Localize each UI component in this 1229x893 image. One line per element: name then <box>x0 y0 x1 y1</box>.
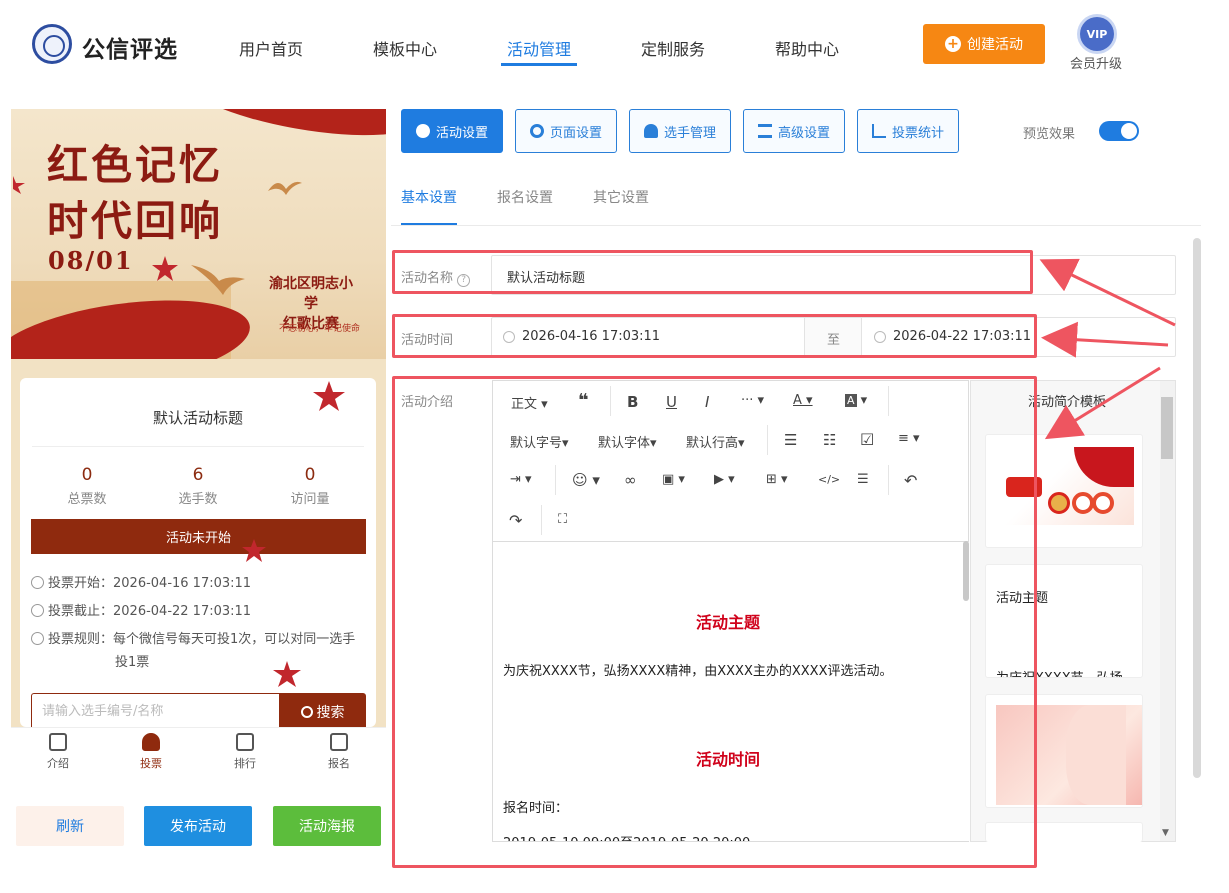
star-icon <box>152 256 178 281</box>
activity-poster-button[interactable]: 活动海报 <box>273 806 381 846</box>
tab-advanced-settings[interactable]: 高级设置 <box>743 109 845 153</box>
nav-custom-service[interactable]: 定制服务 <box>641 36 705 60</box>
clock-icon <box>31 576 44 589</box>
vote-start-text: 投票开始：2026-04-16 17:03:11 <box>48 576 252 591</box>
page-scrollbar[interactable] <box>1193 238 1201 778</box>
vote-end-line: 投票截止：2026-04-22 17:03:11 <box>31 600 251 623</box>
stat-contestants-label: 选手数 <box>178 492 218 507</box>
bar-chart-icon <box>871 124 886 138</box>
tab-page-settings[interactable]: 页面设置 <box>515 109 617 153</box>
stat-total-votes-label: 总票数 <box>67 492 107 507</box>
tab-contestant-management-label: 选手管理 <box>663 125 716 141</box>
highlight-frame <box>392 250 1033 294</box>
emblem-shape <box>1048 492 1070 514</box>
nav-activity-management[interactable]: 活动管理 <box>507 36 571 60</box>
highlight-frame <box>392 376 1037 868</box>
plus-icon: + <box>945 36 961 52</box>
subtab-signup[interactable]: 报名设置 <box>497 187 553 207</box>
tab-advanced-settings-label: 高级设置 <box>777 125 830 141</box>
contact-icon <box>330 733 348 751</box>
divider <box>32 446 364 447</box>
bottom-nav-vote[interactable]: 投票 <box>121 733 181 771</box>
logo-text[interactable]: 公信评选 <box>82 30 178 64</box>
stat-visits-label: 访问量 <box>290 492 330 507</box>
poster-banner: 红色记忆 时代回响 08/01 渝北区明志小学 红歌比赛 不忘初心，牢记使命 <box>11 109 386 359</box>
preview-effect-toggle[interactable] <box>1099 121 1139 141</box>
vote-rule-text: 投票规则：每个微信号每天可投1次，可以对同一选手 <box>48 632 356 647</box>
star-circle-icon <box>415 124 430 138</box>
bird-icon <box>191 265 245 295</box>
wave-shape <box>1066 705 1126 805</box>
tab-vote-statistics-label: 投票统计 <box>891 125 944 141</box>
list-gear-icon <box>757 124 772 138</box>
star-icon <box>313 381 345 411</box>
tab-activity-settings-label: 活动设置 <box>435 125 488 141</box>
search-button[interactable]: 搜索 <box>279 693 366 731</box>
subtab-other[interactable]: 其它设置 <box>593 187 649 207</box>
highlight-frame <box>392 314 1037 358</box>
bottom-nav-vote-label: 投票 <box>140 757 162 770</box>
flag-shape <box>1074 447 1134 487</box>
info-icon <box>31 632 44 645</box>
template-scrollbar-thumb[interactable] <box>1161 397 1173 459</box>
bottom-nav-signup[interactable]: 报名 <box>309 733 369 771</box>
gear-icon <box>529 124 544 138</box>
document-icon <box>49 733 67 751</box>
poster-title-line2: 时代回响 <box>47 197 223 245</box>
clock-icon <box>31 604 44 617</box>
search-icon <box>300 706 313 718</box>
bottom-nav-signup-label: 报名 <box>328 757 350 770</box>
star-icon <box>242 539 266 562</box>
vote-rule-line: 投票规则：每个微信号每天可投1次，可以对同一选手 <box>31 628 366 651</box>
digit-shape <box>1092 492 1114 514</box>
contestant-search-input[interactable]: 请输入选手编号/名称 <box>31 693 279 731</box>
poster-date: 08/01 <box>48 246 134 275</box>
activity-status-bar: 活动未开始 <box>31 519 366 554</box>
subtab-basic[interactable]: 基本设置 <box>401 187 457 207</box>
rank-icon <box>236 733 254 751</box>
bottom-nav-intro[interactable]: 介绍 <box>28 733 88 771</box>
create-activity-label: 创建活动 <box>967 37 1023 53</box>
nav-templates[interactable]: 模板中心 <box>373 36 437 60</box>
stat-total-votes-value: 0 <box>81 465 93 485</box>
tab-contestant-management[interactable]: 选手管理 <box>629 109 731 153</box>
vote-end-text: 投票截止：2026-04-22 17:03:11 <box>48 604 252 619</box>
vote-start-line: 投票开始：2026-04-16 17:03:11 <box>31 572 251 595</box>
scroll-down-icon[interactable]: ▼ <box>1162 828 1169 838</box>
bottom-nav-intro-label: 介绍 <box>47 757 69 770</box>
publish-activity-button[interactable]: 发布活动 <box>144 806 252 846</box>
logo-icon[interactable] <box>32 24 72 64</box>
bottom-nav-rank[interactable]: 排行 <box>215 733 275 771</box>
nav-home[interactable]: 用户首页 <box>239 36 303 60</box>
nav-help-center[interactable]: 帮助中心 <box>775 36 839 60</box>
search-button-label: 搜索 <box>316 705 345 721</box>
tab-activity-settings[interactable]: 活动设置 <box>401 109 503 153</box>
vip-upgrade-link[interactable]: 会员升级 <box>1070 53 1122 72</box>
tab-page-settings-label: 页面设置 <box>549 125 602 141</box>
stat-visits-value: 0 <box>304 465 316 485</box>
nav-active-indicator <box>501 63 577 66</box>
bottom-nav-rank-label: 排行 <box>234 757 256 770</box>
poster-title-line1: 红色记忆 <box>47 141 223 189</box>
divider <box>391 225 1201 226</box>
bird-icon <box>268 181 302 195</box>
vote-rule-line2: 投1票 <box>115 655 150 670</box>
users-icon <box>643 124 658 138</box>
tab-vote-statistics[interactable]: 投票统计 <box>857 109 959 153</box>
poster-slogan: 不忘初心，牢记使命 <box>279 324 361 334</box>
star-icon <box>273 661 301 687</box>
digit-shape <box>1072 492 1094 514</box>
refresh-button[interactable]: 刷新 <box>16 806 124 846</box>
stat-contestants-value: 6 <box>192 465 204 485</box>
poster-school-name: 渝北区明志小学 <box>269 276 353 312</box>
star-icon <box>13 176 25 194</box>
vip-icon[interactable]: VIP <box>1080 17 1114 51</box>
user-icon <box>142 733 160 751</box>
create-activity-button[interactable]: + 创建活动 <box>923 24 1045 64</box>
preview-effect-label: 预览效果 <box>1023 127 1076 142</box>
